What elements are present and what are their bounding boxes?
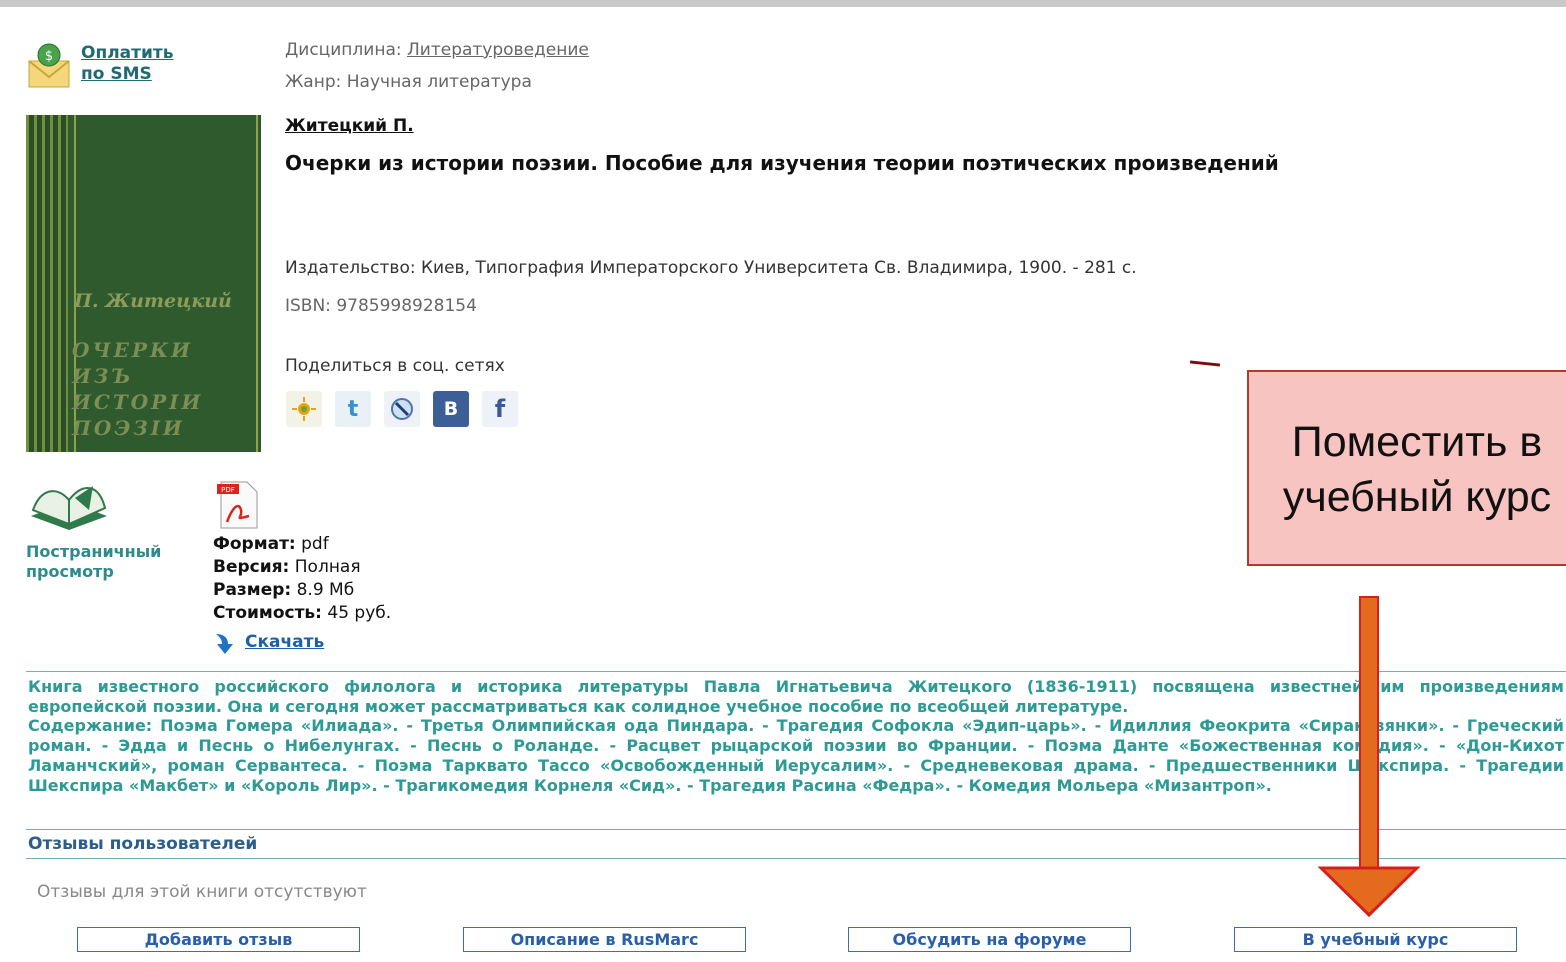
page-view-line2: просмотр (26, 562, 114, 581)
cover-title-line: ПОЭЗІИ (72, 416, 185, 440)
sms-envelope-icon[interactable]: $ (27, 41, 71, 89)
version-row: Версия: Полная (213, 556, 391, 579)
file-specs: Формат: pdf Версия: Полная Размер: 8.9 М… (213, 533, 391, 625)
book-title: Очерки из истории поэзии. Пособие для из… (285, 151, 1279, 175)
size-value: 8.9 Мб (291, 580, 355, 600)
annotation-arrow-head-icon (1318, 866, 1420, 918)
vkontakte-icon[interactable]: В (433, 391, 469, 427)
livejournal-icon[interactable] (384, 391, 420, 427)
download-link[interactable]: Скачать (245, 632, 324, 652)
cover-author: П. Житецкий (74, 290, 232, 312)
sms-link-line1: Оплатить (81, 43, 174, 63)
format-label: Формат: (213, 534, 296, 554)
genre-text: Жанр: Научная литература (285, 72, 532, 92)
version-value: Полная (289, 557, 361, 577)
annotation-mark (1189, 360, 1221, 367)
add-review-button[interactable]: Добавить отзыв (77, 927, 360, 952)
cost-value: 45 руб. (321, 603, 392, 623)
divider (26, 858, 1566, 859)
page-view-link[interactable]: Постраничный просмотр (26, 542, 161, 582)
callout-text: Поместить в учебный курс (1249, 415, 1566, 525)
isbn: ISBN: 9785998928154 (285, 296, 477, 316)
reviews-title: Отзывы пользователей (28, 834, 258, 854)
description-contents: Содержание: Поэма Гомера «Илиада». - Тре… (28, 716, 1564, 795)
publisher-info: Издательство: Киев, Типография Император… (285, 258, 1137, 278)
pay-by-sms-link[interactable]: Оплатить по SMS (81, 43, 174, 85)
discipline-label: Дисциплина: (285, 40, 402, 60)
cover-title-line: ОЧЕРКИ (72, 338, 194, 362)
discipline-row: Дисциплина: Литературоведение (285, 40, 589, 60)
annotation-callout: Поместить в учебный курс (1247, 370, 1566, 566)
cover-title-line: ИСТОРІИ (72, 390, 204, 414)
size-row: Размер: 8.9 Мб (213, 579, 391, 602)
top-bar (0, 0, 1566, 7)
social-moikrug-icon[interactable] (286, 391, 322, 427)
book-author-link[interactable]: Житецкий П. (285, 116, 414, 136)
format-value: pdf (295, 534, 329, 554)
cover-title: ОЧЕРКИ ИЗЪ ИСТОРІИ ПОЭЗІИ (72, 337, 203, 441)
size-label: Размер: (213, 580, 292, 600)
pdf-file-icon: PDF (217, 481, 258, 529)
discuss-forum-button[interactable]: Обсудить на форуме (848, 927, 1131, 952)
svg-text:$: $ (45, 49, 53, 64)
annotation-arrow-shaft (1359, 596, 1379, 871)
version-label: Версия: (213, 557, 290, 577)
callout-line1: Поместить в (1291, 418, 1543, 466)
facebook-icon[interactable]: f (482, 391, 518, 427)
svg-text:PDF: PDF (221, 486, 235, 494)
download-arrow-icon[interactable] (212, 630, 238, 656)
discipline-link[interactable]: Литературоведение (407, 40, 589, 60)
cost-label: Стоимость: (213, 603, 322, 623)
cover-stripes (26, 115, 68, 452)
no-reviews-text: Отзывы для этой книги отсутствуют (37, 882, 367, 902)
cover-title-line: ИЗЪ (72, 364, 134, 388)
page-view-line1: Постраничный (26, 542, 162, 561)
sms-link-line2: по SMS (81, 64, 152, 84)
divider (26, 671, 1566, 672)
description-intro: Книга известного российского филолога и … (28, 677, 1564, 716)
callout-line2: учебный курс (1282, 473, 1552, 521)
book-cover[interactable]: П. Житецкий ОЧЕРКИ ИЗЪ ИСТОРІИ ПОЭЗІИ (26, 115, 261, 452)
format-row: Формат: pdf (213, 533, 391, 556)
rusmarc-description-button[interactable]: Описание в RusMarc (463, 927, 746, 952)
book-description: Книга известного российского филолога и … (28, 677, 1564, 795)
twitter-icon[interactable]: t (335, 391, 371, 427)
open-book-icon[interactable] (27, 480, 111, 538)
cost-row: Стоимость: 45 руб. (213, 602, 391, 625)
share-label: Поделиться в соц. сетях (285, 356, 505, 376)
add-to-course-button[interactable]: В учебный курс (1234, 927, 1517, 952)
divider (26, 829, 1566, 830)
